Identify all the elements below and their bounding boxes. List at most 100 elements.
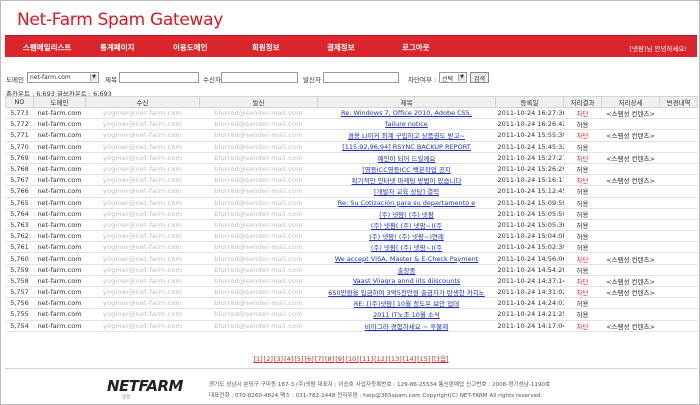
row-recipient: yoginer@net-farm.com	[85, 297, 200, 310]
page-link[interactable]: [13]	[388, 355, 401, 363]
page-link[interactable]: [1]	[253, 355, 262, 363]
page-link[interactable]: [8]	[325, 355, 334, 363]
subject-link[interactable]: 650만원을 입금하여 3억5천만원 출금자가 탄생한 카지노	[328, 289, 485, 297]
subject-input[interactable]	[119, 72, 199, 83]
row-subject[interactable]: RE: [(주)넷팜] 10월 정도우 보안 업데	[317, 297, 496, 310]
col-changes: 변경내역	[659, 96, 698, 108]
row-sender: blurred@sender-mail.com	[199, 197, 318, 209]
row-subject[interactable]: [개발자 교육 상담] 결력	[317, 185, 496, 198]
row-subject[interactable]: 비아그라 경험하세요 ~ 후불제	[317, 320, 496, 332]
subject-link[interactable]: [영등ICC영등ICC 백본작업 공지	[362, 166, 450, 174]
page-link[interactable]: [9]	[335, 355, 344, 363]
row-subject[interactable]: We accept VISA, Master & E-Check Payment	[317, 252, 496, 265]
subject-link[interactable]: [115,92,96,94] RSYNC BACKUP REPORT	[342, 143, 470, 151]
row-domain: net-farm.com	[33, 129, 86, 142]
row-result: 허용	[563, 185, 602, 198]
domain-select-value: net-farm.com	[30, 74, 71, 81]
subject-link[interactable]: Vaast Viiagra annd iits diiscounts	[353, 277, 461, 285]
subject-link[interactable]: 2011 IT노조 10월 소식	[373, 311, 440, 319]
table-row: 5,768 net-farm.com yoginer@net-farm.com blu…	[5, 163, 698, 176]
row-recipient: yoginer@net-farm.com	[85, 163, 200, 176]
row-subject[interactable]: (주) 넷팜( (주) 넷팜~)(주	[317, 219, 496, 232]
row-subject[interactable]: (주) 넷팜( (주) 넷팜~)연례	[317, 230, 496, 243]
sender-input[interactable]	[323, 72, 399, 83]
row-result: 허용	[563, 264, 602, 276]
table-row: 5,755 net-farm.com yoginer@net-farm.com blu…	[5, 308, 698, 321]
subject-link[interactable]: [개발자 교육 상담] 결력	[374, 188, 439, 196]
row-date: 2011-10-24 15:55:30	[495, 129, 564, 142]
subject-link[interactable]: Re: Windows 7, Office 2010, Adobe CS5,	[341, 109, 472, 117]
row-no: 5,764	[5, 208, 34, 220]
subject-link[interactable]: (주) 넷팜( (주) 넷팜~)(주	[371, 222, 442, 230]
row-subject[interactable]: 겸용 LI이커 최계 구입하고 상품권도 받고~	[317, 129, 496, 142]
page-link[interactable]: [5]	[294, 355, 303, 363]
page-link[interactable]: [2]	[264, 355, 273, 363]
page-link[interactable]: [10]	[345, 355, 358, 363]
subject-link[interactable]: 예인이 되어 드릴께요	[378, 155, 436, 163]
page-link[interactable]: [4]	[284, 355, 293, 363]
recipient-input[interactable]	[221, 72, 298, 83]
search-button[interactable]: 검색	[470, 72, 490, 83]
subject-link[interactable]: 겸용 LI이커 최계 구입하고 상품권도 받고~	[348, 132, 465, 140]
nav-member-info[interactable]: 회원정보	[252, 42, 280, 53]
subject-link[interactable]: 비아그라 경험하세요 ~ 후불제	[365, 323, 448, 331]
subject-link[interactable]: We accept VISA, Master & E-Check Payment	[335, 255, 479, 263]
subject-link[interactable]: Re: Su Cotización para su departamento e	[338, 199, 475, 207]
row-recipient: yoginer@net-farm.com	[85, 129, 200, 142]
row-detail	[601, 163, 660, 176]
row-sender: blurred@sender-mail.com	[199, 286, 318, 299]
nav-statistics[interactable]: 통계페이지	[100, 42, 135, 53]
row-subject[interactable]: Re: Windows 7, Office 2010, Adobe CS5,	[317, 107, 496, 120]
nav-payment-info[interactable]: 결제정보	[327, 42, 355, 53]
row-subject[interactable]: 예인이 되어 드릴께요	[317, 152, 496, 164]
row-subject[interactable]: failure notice	[317, 118, 496, 131]
block-status-select[interactable]: 선택 ▼	[439, 72, 467, 83]
page-link[interactable]: [11]	[360, 355, 373, 363]
row-subject[interactable]: 650만원을 입금하여 3억5천만원 출금자가 탄생한 카지노	[317, 286, 496, 299]
subject-link[interactable]: RE: [(주)넷팜] 10월 정도우 보안 업데	[354, 300, 459, 308]
table-row: 5,764 net-farm.com yoginer@net-farm.com blu…	[5, 208, 698, 220]
row-subject[interactable]: (주) 넷팜( (주) 넷팜~)(주	[317, 241, 496, 254]
page-link[interactable]: [다음]	[431, 355, 448, 363]
row-detail: <스팸성 컨텐츠>	[601, 275, 660, 288]
page-link[interactable]: [15]	[417, 355, 430, 363]
subject-link[interactable]: (주) 넷팜( (주) 넷팜	[379, 211, 434, 219]
row-sender: blurred@sender-mail.com	[199, 152, 318, 164]
footer-contact: 대표전화 : 070-8260-4824 팩스 : 031-782-2448 전…	[209, 393, 543, 399]
page-link[interactable]: [12]	[374, 355, 387, 363]
subject-link[interactable]: (주) 넷팜( (주) 넷팜~)(주	[371, 244, 442, 252]
page-link[interactable]: [7]	[315, 355, 324, 363]
row-changes	[659, 219, 698, 232]
subject-link[interactable]: 출장중	[398, 267, 416, 275]
domain-select[interactable]: net-farm.com ▼	[27, 72, 99, 83]
row-subject[interactable]: Re: Su Cotización para su departamento e	[317, 197, 496, 209]
row-date: 2011-10-24 16:27:36	[495, 107, 564, 120]
nav-logout[interactable]: 로그아웃	[402, 42, 430, 53]
row-subject[interactable]: 출장중	[317, 264, 496, 276]
row-subject[interactable]: [영등ICC영등ICC 백본작업 공지	[317, 163, 496, 176]
row-date: 2011-10-24 14:56:06	[495, 252, 564, 265]
row-domain: net-farm.com	[33, 308, 86, 321]
subject-link[interactable]: 획기적인 인터넷 마케팅 방법이 있습니다	[352, 177, 462, 185]
row-subject[interactable]: (주) 넷팜( (주) 넷팜	[317, 208, 496, 220]
subject-link[interactable]: failure notice	[385, 120, 428, 128]
nav-spam-list[interactable]: 스팸메일리스트	[23, 42, 71, 53]
col-recipient: 수신	[85, 96, 200, 108]
row-sender: blurred@sender-mail.com	[199, 219, 318, 232]
row-sender: blurred@sender-mail.com	[199, 185, 318, 198]
page-link[interactable]: [3]	[274, 355, 283, 363]
row-subject[interactable]: [115,92,96,94] RSYNC BACKUP REPORT	[317, 141, 496, 153]
row-subject[interactable]: Vaast Viiagra annd iits diiscounts	[317, 275, 496, 288]
page-link[interactable]: [6]	[305, 355, 314, 363]
row-subject[interactable]: 2011 IT노조 10월 소식	[317, 308, 496, 321]
nav-domains[interactable]: 이용도메인	[173, 42, 208, 53]
row-date: 2011-10-24 14:54:28	[495, 264, 564, 276]
page-link[interactable]: [14]	[403, 355, 416, 363]
row-domain: net-farm.com	[33, 107, 86, 120]
recipient-label: 수신자	[203, 76, 221, 84]
row-changes	[659, 129, 698, 142]
subject-link[interactable]: (주) 넷팜( (주) 넷팜~)연례	[369, 233, 444, 241]
app-logo[interactable]: Net-Farm Spam Gateway	[17, 10, 223, 30]
block-status-label: 차단여부 :	[408, 76, 437, 84]
row-subject[interactable]: 획기적인 인터넷 마케팅 방법이 있습니다	[317, 174, 496, 187]
